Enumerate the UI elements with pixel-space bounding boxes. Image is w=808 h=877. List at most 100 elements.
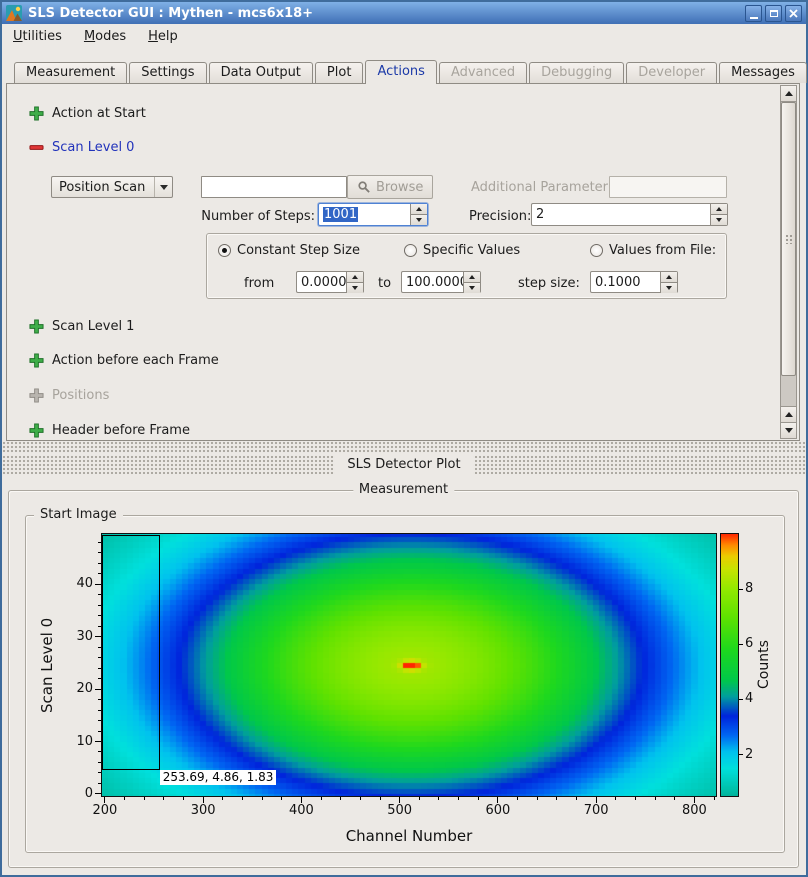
cursor-readout: 253.69, 4.86, 1.83 xyxy=(160,770,277,785)
scroll-down-button[interactable] xyxy=(781,422,796,438)
actions-panel: Action at Start Scan Level 0 Position Sc… xyxy=(6,83,800,441)
spinner-arrows[interactable] xyxy=(346,272,363,292)
y-axis-minor-tick xyxy=(98,594,101,595)
arrow-down-icon xyxy=(785,428,793,437)
from-value: 0.0000 xyxy=(297,272,346,292)
positions-toggle: Positions xyxy=(29,387,109,403)
x-axis-minor-tick xyxy=(262,797,263,800)
number-of-steps-label: Number of Steps: xyxy=(157,209,315,224)
tab-settings[interactable]: Settings xyxy=(129,62,206,83)
action-row-label: Scan Level 1 xyxy=(52,319,134,334)
measurement-group: Measurement Start Image Channel Number S… xyxy=(8,490,799,868)
x-axis-minor-tick xyxy=(655,797,656,800)
x-axis-minor-tick xyxy=(438,797,439,800)
x-axis-minor-tick xyxy=(635,797,636,800)
y-axis-tick-label: 20 xyxy=(59,681,93,697)
y-axis-tick xyxy=(95,636,101,637)
scrollbar-thumb[interactable] xyxy=(781,102,796,376)
plot-frame xyxy=(101,533,717,797)
tab-debugging: Debugging xyxy=(529,62,624,83)
menu-modes-label: Modes xyxy=(84,29,126,44)
action-row-label: Scan Level 0 xyxy=(52,140,134,155)
to-spinner[interactable]: 100.0000 xyxy=(401,271,481,293)
from-spinner[interactable]: 0.0000 xyxy=(296,271,364,293)
plus-icon xyxy=(29,353,44,368)
spin-down-icon[interactable] xyxy=(411,214,427,225)
radio-specific-values[interactable]: Specific Values xyxy=(404,243,520,258)
precision-spinner[interactable]: 2 xyxy=(531,203,728,226)
menu-help[interactable]: Help xyxy=(137,24,189,50)
y-axis-tick-label: 40 xyxy=(59,576,93,592)
y-axis-minor-tick xyxy=(98,647,101,648)
action-before-each-frame-toggle[interactable]: Action before each Frame xyxy=(29,352,219,368)
spin-down-icon[interactable] xyxy=(661,282,677,293)
radio-values-from-file[interactable]: Values from File: xyxy=(590,243,716,258)
heatmap-canvas[interactable] xyxy=(102,534,716,796)
close-button[interactable] xyxy=(785,5,802,22)
scroll-up-button-bottom[interactable] xyxy=(781,406,796,422)
scan-file-input[interactable] xyxy=(201,176,347,198)
scan-mode-value: Position Scan xyxy=(52,180,154,195)
tab-developer: Developer xyxy=(626,62,717,83)
x-axis-minor-tick xyxy=(478,797,479,800)
radio-constant-step-size[interactable]: Constant Step Size xyxy=(218,243,360,258)
x-axis-tick-label: 200 xyxy=(85,803,125,819)
plot-dock-titlebar[interactable]: SLS Detector Plot xyxy=(2,455,806,474)
tab-data-output[interactable]: Data Output xyxy=(209,62,313,83)
colorbar-tick xyxy=(739,699,743,700)
step-size-label: step size: xyxy=(518,276,580,291)
tab-actions[interactable]: Actions xyxy=(365,60,437,84)
spin-up-icon[interactable] xyxy=(711,204,727,214)
y-axis-minor-tick xyxy=(98,720,101,721)
x-axis-minor-tick xyxy=(242,797,243,800)
minus-icon xyxy=(29,140,44,155)
step-size-spinner[interactable]: 0.1000 xyxy=(590,271,678,293)
menu-utilities[interactable]: Utilities xyxy=(2,24,73,50)
y-axis-minor-tick xyxy=(98,710,101,711)
x-axis-minor-tick xyxy=(340,797,341,800)
menubar: Utilities Modes Help xyxy=(2,24,806,50)
spin-up-icon[interactable] xyxy=(464,272,480,282)
tab-bar: Measurement Settings Data Output Plot Ac… xyxy=(6,61,802,84)
scroll-up-button[interactable] xyxy=(781,86,796,102)
scan-level-1-toggle[interactable]: Scan Level 1 xyxy=(29,318,134,334)
x-axis-minor-tick xyxy=(281,797,282,800)
y-axis-minor-tick xyxy=(98,573,101,574)
maximize-button[interactable] xyxy=(765,5,782,22)
to-value: 100.0000 xyxy=(402,272,463,292)
y-axis-minor-tick xyxy=(98,772,101,773)
spin-down-icon[interactable] xyxy=(347,282,363,293)
x-axis-tick-label: 600 xyxy=(478,803,518,819)
action-row-label: Action before each Frame xyxy=(52,353,219,368)
spin-up-icon[interactable] xyxy=(411,204,427,214)
number-of-steps-spinner[interactable]: 1001 xyxy=(318,203,428,226)
scan-level-0-toggle[interactable]: Scan Level 0 xyxy=(29,139,134,155)
vertical-scrollbar[interactable] xyxy=(780,85,797,439)
scan-mode-select[interactable]: Position Scan xyxy=(51,176,173,198)
spinner-arrows[interactable] xyxy=(710,204,727,225)
spin-up-icon[interactable] xyxy=(347,272,363,282)
tab-plot[interactable]: Plot xyxy=(315,62,364,83)
spinner-arrows[interactable] xyxy=(410,204,427,225)
colorbar-frame xyxy=(720,533,739,797)
spinner-arrows[interactable] xyxy=(660,272,677,292)
action-at-start-toggle[interactable]: Action at Start xyxy=(29,105,146,121)
x-axis-minor-tick xyxy=(615,797,616,800)
close-icon xyxy=(789,9,798,18)
y-axis-tick xyxy=(95,793,101,794)
spin-down-icon[interactable] xyxy=(464,282,480,293)
spin-down-icon[interactable] xyxy=(711,214,727,225)
x-axis-tick-label: 700 xyxy=(576,803,616,819)
tab-messages[interactable]: Messages xyxy=(719,62,807,83)
splitter-handle[interactable] xyxy=(2,441,806,453)
minimize-button[interactable] xyxy=(745,5,762,22)
x-axis-minor-tick xyxy=(163,797,164,800)
spin-up-icon[interactable] xyxy=(661,272,677,282)
tab-measurement[interactable]: Measurement xyxy=(14,62,127,83)
menu-modes[interactable]: Modes xyxy=(73,24,137,50)
arrow-up-icon xyxy=(785,87,793,96)
spinner-arrows[interactable] xyxy=(463,272,480,292)
header-before-frame-toggle[interactable]: Header before Frame xyxy=(29,422,190,438)
app-icon xyxy=(6,5,22,21)
titlebar[interactable]: SLS Detector GUI : Mythen - mcs6x18+ xyxy=(2,2,806,24)
